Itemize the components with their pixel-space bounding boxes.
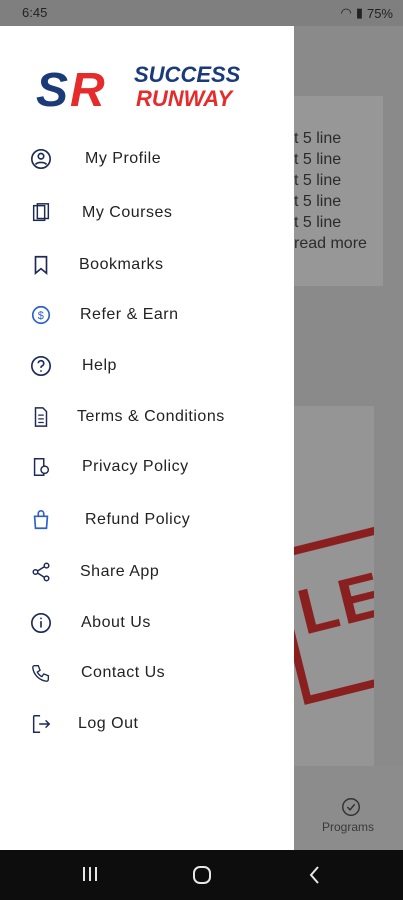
- bg-line: t 5 line: [294, 130, 342, 147]
- privacy-icon: [33, 458, 50, 476]
- phone-icon: [32, 664, 50, 682]
- share-icon: [32, 562, 50, 582]
- bg-line: t 5 line: [294, 193, 342, 210]
- bg-line: t 5 line: [294, 172, 342, 189]
- menu-item-my-profile[interactable]: My Profile: [0, 138, 294, 182]
- system-nav-bar: [0, 850, 403, 900]
- menu-label: My Profile: [85, 150, 162, 167]
- menu-label: Help: [82, 357, 117, 374]
- menu-label: Terms & Conditions: [77, 408, 225, 425]
- sale-stamp: LE: [294, 496, 374, 706]
- menu-label: About Us: [81, 614, 151, 631]
- menu-label: Privacy Policy: [82, 458, 189, 475]
- menu-item-privacy-policy[interactable]: Privacy Policy: [0, 446, 294, 490]
- menu-label: Contact Us: [81, 664, 166, 681]
- profile-icon: [31, 149, 51, 169]
- status-icons: ◠ ▮ 75%: [340, 5, 393, 21]
- menu-item-refund-policy[interactable]: Refund Policy: [0, 499, 294, 543]
- menu-item-log-out[interactable]: Log Out: [0, 703, 294, 747]
- background-poster: LE: [294, 406, 374, 796]
- bag-icon: [33, 510, 49, 530]
- tab-programs[interactable]: Programs: [322, 820, 374, 834]
- document-icon: [34, 407, 48, 427]
- svg-text:$: $: [38, 310, 44, 322]
- menu-label: Bookmarks: [79, 256, 164, 273]
- logo-line2: RUNWAY: [136, 86, 234, 111]
- logo-mark: S: [36, 64, 68, 114]
- menu-item-bookmarks[interactable]: Bookmarks: [0, 244, 294, 288]
- navigation-drawer: S R SUCCESS RUNWAY My Profile My Courses…: [0, 26, 294, 850]
- menu-item-refer-earn[interactable]: $ Refer & Earn: [0, 294, 294, 338]
- menu-label: Refund Policy: [85, 511, 191, 528]
- status-bar: 6:45 ◠ ▮ 75%: [0, 0, 403, 26]
- background-text: t 5 line t 5 line t 5 line t 5 line t 5 …: [294, 128, 367, 254]
- battery-text: 75%: [366, 5, 393, 21]
- menu-item-share-app[interactable]: Share App: [0, 551, 294, 595]
- menu-label: Share App: [80, 563, 160, 580]
- success-runway-logo: S R SUCCESS RUNWAY: [36, 62, 241, 114]
- menu-item-contact-us[interactable]: Contact Us: [0, 652, 294, 696]
- status-time: 6:45: [22, 5, 48, 20]
- logout-icon: [32, 715, 51, 733]
- bg-line: t 5 line: [294, 214, 342, 231]
- home-icon[interactable]: [191, 864, 213, 886]
- info-icon: [31, 613, 51, 633]
- recents-icon[interactable]: [80, 864, 100, 884]
- bookmark-icon: [34, 255, 48, 276]
- programs-icon: [342, 798, 360, 816]
- menu-item-my-courses[interactable]: My Courses: [0, 192, 294, 236]
- wifi-icon: ◠: [340, 5, 352, 20]
- logo-line1: SUCCESS: [134, 62, 241, 87]
- signal-icon: ▮: [355, 5, 363, 20]
- menu-item-help[interactable]: Help: [0, 345, 294, 389]
- menu-item-terms-conditions[interactable]: Terms & Conditions: [0, 396, 294, 440]
- menu-label: My Courses: [82, 204, 173, 221]
- refer-icon: $: [31, 305, 51, 325]
- courses-icon: [32, 203, 50, 222]
- read-more-link: read more: [294, 235, 367, 252]
- menu-item-about-us[interactable]: About Us: [0, 602, 294, 646]
- logo-mark: R: [70, 64, 105, 114]
- back-icon[interactable]: [306, 864, 324, 886]
- background-content: t 5 line t 5 line t 5 line t 5 line t 5 …: [294, 26, 403, 850]
- menu-label: Refer & Earn: [80, 306, 179, 323]
- bg-line: t 5 line: [294, 151, 342, 168]
- menu-label: Log Out: [78, 715, 139, 732]
- help-icon: [31, 356, 51, 376]
